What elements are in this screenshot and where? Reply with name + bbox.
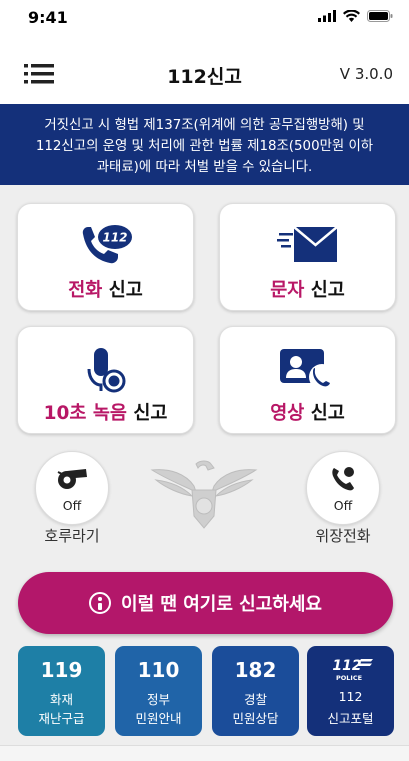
whistle-icon bbox=[57, 469, 87, 489]
hotline-line2: 민원상담 bbox=[232, 711, 279, 726]
battery-icon bbox=[367, 10, 393, 22]
app-version: V 3.0.0 bbox=[339, 65, 393, 83]
fake-call-caption: 위장전화 bbox=[315, 527, 371, 545]
hotline-110-button[interactable]: 110 정부 민원안내 bbox=[115, 646, 202, 736]
phone-handset-icon bbox=[332, 467, 354, 491]
microphone-icon bbox=[87, 348, 125, 393]
status-icons bbox=[318, 10, 393, 22]
notice-line-1: 거짓신고 시 형법 제137조(위계에 의한 공무집행방해) 및 bbox=[44, 118, 365, 133]
notice-line-2: 112신고의 운영 및 처리에 관한 법률 제18조(500만원 이하 bbox=[35, 139, 374, 154]
app-header: 112신고 V 3.0.0 bbox=[0, 44, 409, 104]
hotline-line1: 정부 bbox=[146, 692, 170, 707]
whistle-state: Off bbox=[62, 498, 82, 513]
police-112-portal-button[interactable]: 112 POLICE 112 신고포털 bbox=[307, 646, 394, 736]
report-guide-button[interactable]: 이럴 땐 여기로 신고하세요 bbox=[18, 572, 393, 634]
fake-call-toggle[interactable]: Off bbox=[306, 451, 380, 525]
hotline-119-button[interactable]: 119 화재 재난구급 bbox=[18, 646, 105, 736]
phone-report-label: 전화 신고 bbox=[68, 280, 143, 301]
police-eagle-emblem-icon bbox=[150, 460, 258, 529]
police-112-logo-icon: 112 POLICE bbox=[332, 658, 373, 682]
envelope-icon bbox=[276, 226, 338, 262]
video-report-label: 영상 신고 bbox=[270, 403, 345, 424]
text-report-button[interactable]: 문자 신고 bbox=[219, 203, 396, 311]
video-call-icon bbox=[279, 349, 335, 390]
voice-record-report-button[interactable]: 10초 녹음 신고 bbox=[17, 326, 194, 434]
hotline-number: 119 bbox=[40, 658, 83, 682]
hotline-line1: 화재 bbox=[49, 692, 73, 707]
hotline-line2: 신고포털 bbox=[327, 711, 374, 726]
hotline-number: 182 bbox=[234, 658, 277, 682]
whistle-caption: 호루라기 bbox=[44, 527, 100, 545]
hotline-line2: 민원안내 bbox=[135, 711, 182, 726]
video-report-button[interactable]: 영상 신고 bbox=[219, 326, 396, 434]
bottom-safe-area bbox=[0, 745, 409, 761]
notice-line-3: 과태료)에 따라 처벌 받을 수 있습니다. bbox=[96, 160, 313, 175]
fake-call-state: Off bbox=[333, 498, 353, 513]
whistle-toggle[interactable]: Off bbox=[35, 451, 109, 525]
report-guide-label: 이럴 땐 여기로 신고하세요 bbox=[121, 594, 322, 615]
wifi-icon bbox=[343, 10, 360, 22]
hotline-number: 110 bbox=[137, 658, 180, 682]
hotline-line1: 112 bbox=[338, 689, 363, 704]
menu-button[interactable] bbox=[24, 62, 56, 86]
svg-text:POLICE: POLICE bbox=[335, 674, 361, 682]
phone-112-icon: 112 bbox=[82, 225, 132, 264]
text-report-label: 문자 신고 bbox=[270, 280, 345, 301]
info-circle-icon bbox=[89, 592, 112, 614]
phone-report-button[interactable]: 112 전화 신고 bbox=[17, 203, 194, 311]
status-time: 9:41 bbox=[28, 8, 68, 27]
hamburger-menu-icon bbox=[24, 64, 54, 84]
hotline-line1: 경찰 bbox=[243, 692, 267, 707]
police-emblem bbox=[148, 460, 260, 532]
signal-icon bbox=[318, 10, 336, 22]
hotline-line2: 재난구급 bbox=[38, 711, 85, 726]
false-report-warning-banner: 거짓신고 시 형법 제137조(위계에 의한 공무집행방해) 및 112신고의 … bbox=[0, 104, 409, 185]
status-bar: 9:41 bbox=[0, 0, 409, 44]
svg-text:112: 112 bbox=[332, 658, 361, 674]
hotline-182-button[interactable]: 182 경찰 민원상담 bbox=[212, 646, 299, 736]
voice-record-report-label: 10초 녹음 신고 bbox=[43, 403, 168, 424]
svg-text:112: 112 bbox=[102, 231, 127, 245]
